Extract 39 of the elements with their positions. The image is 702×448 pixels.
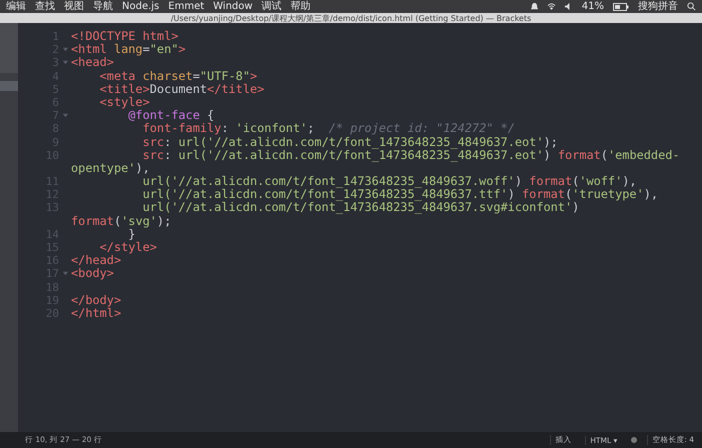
code-line: url('//at.alicdn.com/t/font_1473648235_4849637.woff') format('woff'), [142,175,637,188]
menu-item[interactable]: 视图 [64,0,84,13]
code-line: } [128,228,136,241]
menu-item[interactable]: 导航 [93,0,113,13]
code-line: url('//at.alicdn.com/t/font_1473648235_4849637.svg#iconfont') [142,201,580,215]
status-dot-icon [631,437,638,443]
code-line: src: url('//at.alicdn.com/t/font_1473648235_4849637.eot') format('embedded- [142,148,680,162]
code-line: opentype'), [71,162,150,176]
code-line: </style> [98,241,157,254]
code-line: url('//at.alicdn.com/t/font_1473648235_4849637.ttf') format('truetype'), [142,188,658,202]
code-line: <body> [71,267,114,281]
wifi-icon[interactable] [546,2,556,11]
code-line: <title>Document</title> [98,82,264,96]
code-line: <style> [98,96,150,110]
menu-item[interactable]: 编辑 [6,0,26,13]
battery-percent: 41% [582,0,604,13]
code-line: <!DOCTYPE html> [71,30,178,44]
bell-icon[interactable] [530,2,539,11]
code-line: @font-face { [128,109,214,122]
input-method[interactable]: 搜狗拼音 [638,0,678,13]
code-line: </html> [71,306,122,320]
code-line: font-family: 'iconfont'; /* project id: "124272" */ [142,122,515,136]
menu-item[interactable]: 帮助 [290,0,311,13]
code-line: format('svg'); [71,214,172,228]
window-title: /Users/yuanjing/Desktop/课程大纲/第三章/demo/dist/icon.html (Getting Started) — Brackets [170,12,532,24]
menu-item[interactable]: Node.js [122,0,160,13]
battery-icon[interactable] [613,2,629,10]
code-line: </body> [71,294,122,307]
code-line: <html lang="en"> [71,43,186,56]
menu-item[interactable]: 查找 [35,0,55,13]
menu-item[interactable]: 调试 [262,0,282,13]
code-line: <head> [71,56,114,70]
menu-item[interactable]: Emmet [168,0,204,13]
sidebar-panel [0,23,18,73]
code-line: src: url('//at.alicdn.com/t/font_1473648235_4849637.eot'); [142,136,558,149]
menu-item[interactable]: Window [213,0,253,13]
code-line: <meta charset="UTF-8"> [98,70,258,83]
code-line: </head> [71,254,122,268]
search-icon[interactable] [687,2,696,11]
